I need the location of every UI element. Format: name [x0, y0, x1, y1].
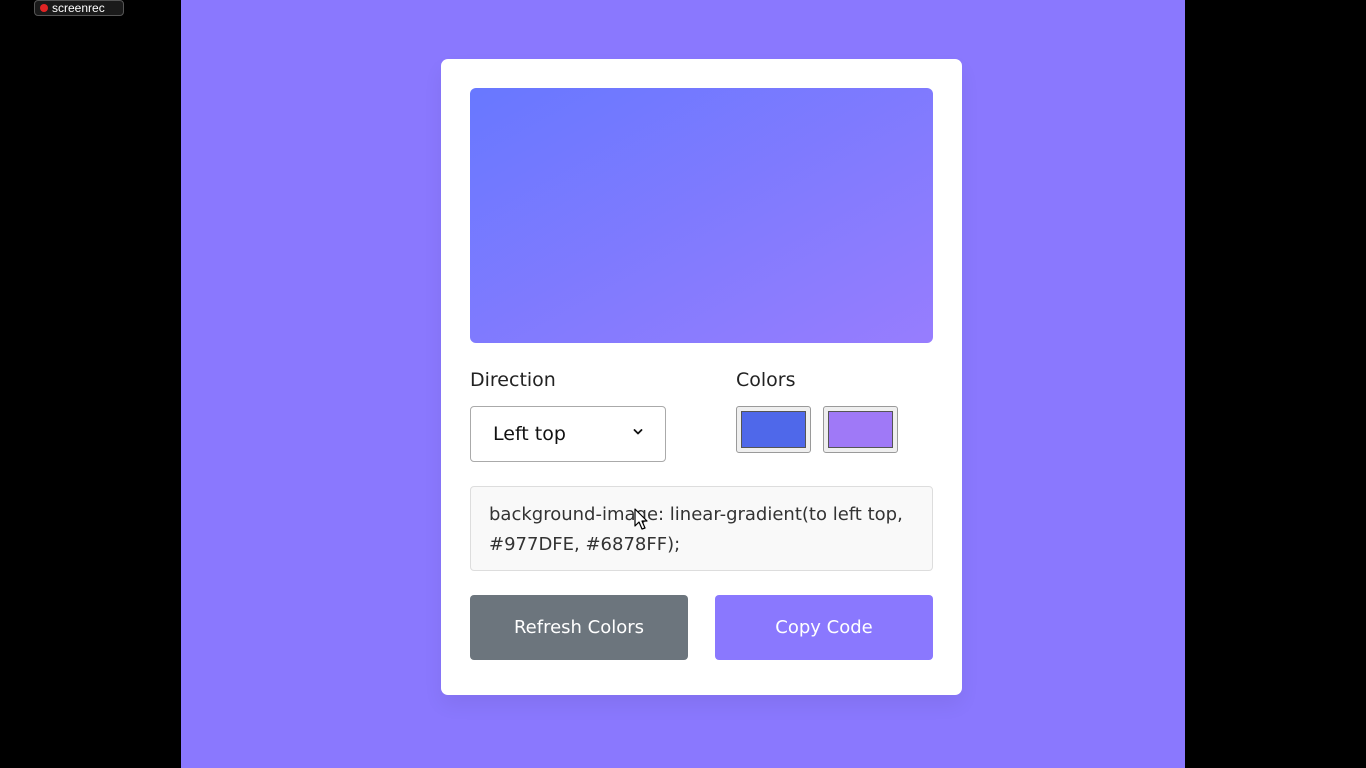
- color-swatch-1: [741, 411, 806, 448]
- chevron-down-icon: [633, 429, 643, 435]
- code-output-textarea[interactable]: background-image: linear-gradient(to lef…: [470, 486, 933, 571]
- direction-select[interactable]: Left top: [470, 406, 666, 462]
- screen-recorder-badge[interactable]: screenrec: [34, 0, 124, 16]
- record-dot-icon: [40, 4, 48, 12]
- direction-selected-value: Left top: [493, 423, 566, 445]
- direction-label: Direction: [470, 369, 556, 391]
- browser-viewport: Direction Colors Left top background-ima…: [181, 0, 1185, 768]
- screen: screenrec Direction Colors Left top back…: [0, 0, 1366, 768]
- colors-label: Colors: [736, 369, 796, 391]
- recorder-label: screenrec: [52, 1, 105, 15]
- color-swatch-2: [828, 411, 893, 448]
- color-picker-1[interactable]: [736, 406, 811, 453]
- gradient-generator-card: Direction Colors Left top background-ima…: [441, 59, 962, 695]
- mouse-cursor-icon: [634, 508, 648, 530]
- copy-code-button[interactable]: Copy Code: [715, 595, 933, 660]
- color-picker-2[interactable]: [823, 406, 898, 453]
- refresh-colors-button[interactable]: Refresh Colors: [470, 595, 688, 660]
- gradient-preview: [470, 88, 933, 343]
